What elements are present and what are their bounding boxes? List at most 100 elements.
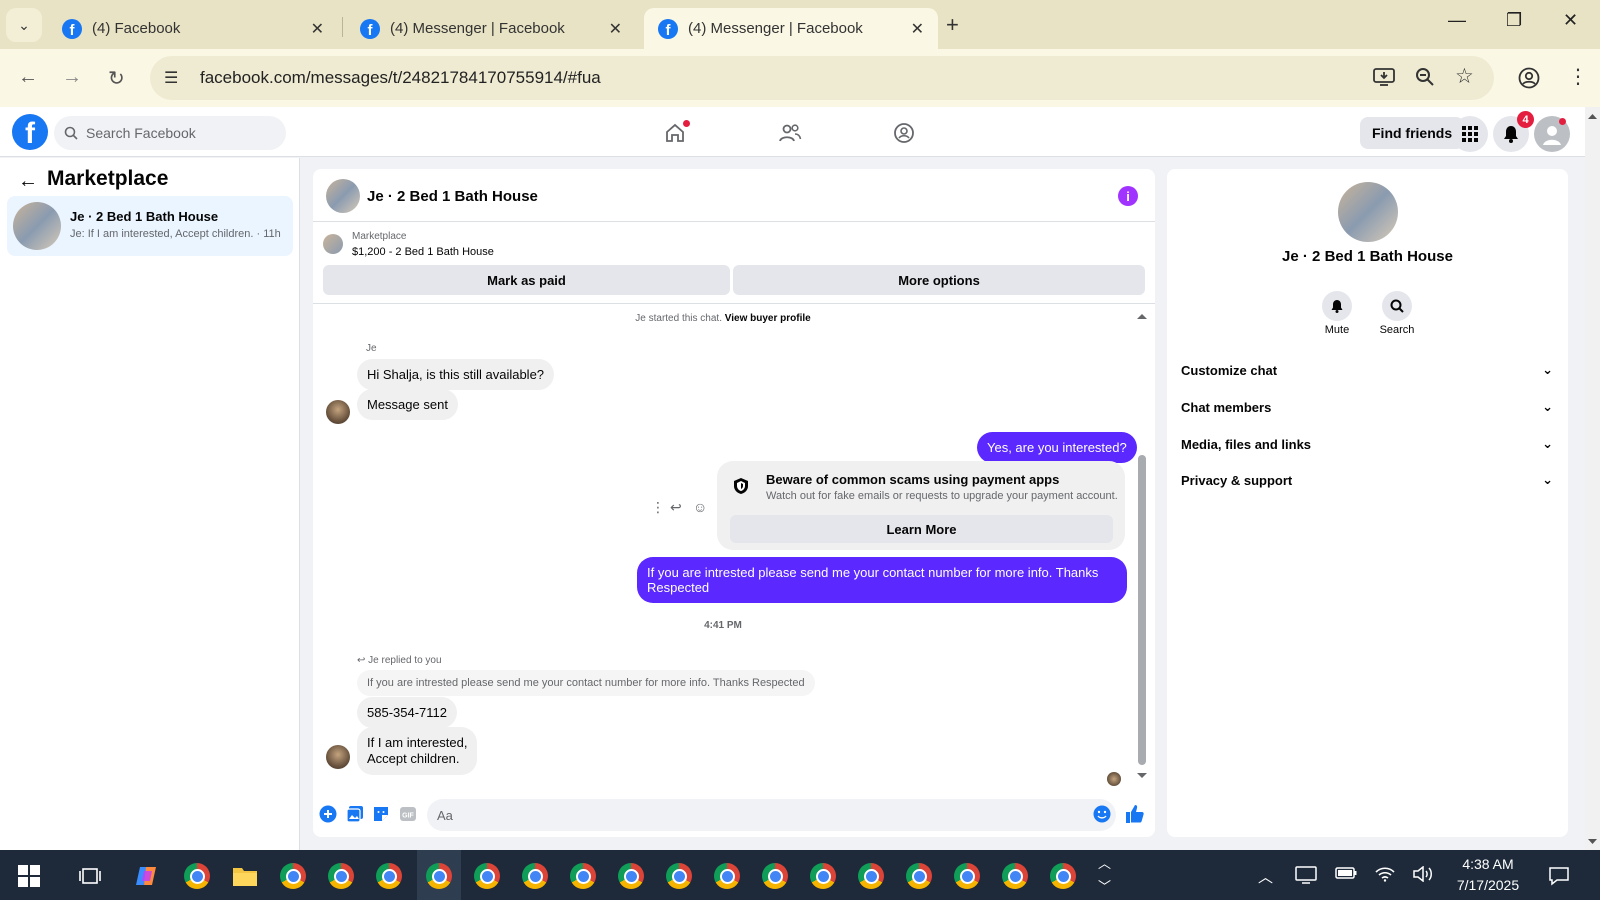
- find-friends-button[interactable]: Find friends: [1360, 117, 1465, 149]
- install-app-icon[interactable]: [1373, 67, 1395, 92]
- volume-icon[interactable]: [1413, 865, 1435, 886]
- mute-button[interactable]: [1322, 291, 1352, 321]
- customize-chat-section[interactable]: Customize chat ⌄: [1181, 352, 1553, 388]
- show-hidden-icons-icon[interactable]: ︿: [1258, 866, 1273, 887]
- new-tab-button[interactable]: +: [946, 12, 959, 38]
- mark-as-paid-button[interactable]: Mark as paid: [323, 265, 730, 295]
- photo-icon[interactable]: [345, 804, 365, 824]
- conversation-avatar: [13, 202, 61, 250]
- reload-icon[interactable]: ↻: [108, 66, 125, 91]
- friends-icon[interactable]: [777, 120, 803, 146]
- copilot-icon[interactable]: [133, 862, 161, 890]
- chat-title[interactable]: Je · 2 Bed 1 Bath House: [367, 188, 538, 205]
- facebook-logo[interactable]: f: [12, 114, 48, 150]
- chat-members-section[interactable]: Chat members ⌄: [1181, 389, 1553, 425]
- chrome-taskbar-icon[interactable]: [953, 862, 981, 890]
- browser-tab-2[interactable]: f (4) Messenger | Facebook ✕: [346, 8, 636, 49]
- tab-close-icon[interactable]: ✕: [311, 19, 324, 39]
- tab-search-dropdown[interactable]: ⌄: [6, 8, 42, 42]
- chrome-taskbar-icon[interactable]: [473, 862, 501, 890]
- wifi-icon[interactable]: [1375, 866, 1395, 886]
- plus-circle-icon[interactable]: [318, 804, 338, 824]
- incoming-message[interactable]: 585-354-7112: [357, 697, 457, 728]
- search-in-chat-button[interactable]: [1382, 291, 1412, 321]
- site-settings-icon[interactable]: ☰: [164, 68, 186, 88]
- chrome-taskbar-icon[interactable]: [1001, 862, 1029, 890]
- emoji-icon[interactable]: [1092, 804, 1112, 824]
- chrome-taskbar-icon-active[interactable]: [425, 862, 453, 890]
- chrome-icon: [1002, 863, 1028, 889]
- incoming-message[interactable]: Message sent: [357, 389, 458, 420]
- task-view-icon[interactable]: [76, 862, 104, 890]
- listing-title[interactable]: $1,200 - 2 Bed 1 Bath House: [352, 246, 494, 258]
- outgoing-message[interactable]: Yes, are you interested?: [977, 432, 1137, 463]
- chrome-taskbar-icon[interactable]: [569, 862, 597, 890]
- react-emoji-icon[interactable]: ☺: [693, 499, 707, 515]
- view-buyer-profile-link[interactable]: View buyer profile: [725, 313, 811, 324]
- taskbar-scroll-up-icon[interactable]: ︿: [1098, 853, 1111, 872]
- thumbs-up-icon[interactable]: [1125, 804, 1145, 824]
- browser-tab-1[interactable]: f (4) Facebook ✕: [48, 8, 338, 49]
- chat-scrollbar-thumb[interactable]: [1138, 455, 1146, 765]
- chat-header-avatar[interactable]: [326, 179, 360, 213]
- privacy-support-section[interactable]: Privacy & support ⌄: [1181, 462, 1553, 498]
- incoming-message[interactable]: If I am interested, Accept children.: [357, 727, 478, 775]
- clock-time[interactable]: 4:38 AM: [1448, 856, 1528, 872]
- clock-date[interactable]: 7/17/2025: [1448, 877, 1528, 893]
- sender-avatar[interactable]: [326, 745, 350, 769]
- restore-window-button[interactable]: ❐: [1506, 10, 1522, 31]
- chrome-taskbar-icon[interactable]: [761, 862, 789, 890]
- chrome-taskbar-icon[interactable]: [809, 862, 837, 890]
- more-actions-icon[interactable]: ⋮: [651, 499, 665, 516]
- incoming-message[interactable]: Hi Shalja, is this still available?: [357, 359, 555, 390]
- forward-arrow-icon[interactable]: →: [62, 66, 82, 89]
- sender-avatar[interactable]: [326, 400, 350, 424]
- outgoing-message[interactable]: If you are intrested please send me your…: [637, 557, 1127, 603]
- facebook-search-input[interactable]: Search Facebook: [54, 116, 286, 150]
- file-explorer-icon[interactable]: [231, 862, 259, 890]
- chevron-down-icon: ⌄: [1542, 399, 1553, 414]
- chrome-taskbar-icon[interactable]: [327, 862, 355, 890]
- battery-icon[interactable]: [1335, 866, 1357, 884]
- chrome-taskbar-icon[interactable]: [279, 862, 307, 890]
- chrome-taskbar-icon[interactable]: [905, 862, 933, 890]
- chrome-taskbar-icon[interactable]: [375, 862, 403, 890]
- chrome-taskbar-icon[interactable]: [521, 862, 549, 890]
- profile-icon[interactable]: [1518, 67, 1540, 94]
- notification-center-icon[interactable]: [1549, 866, 1569, 890]
- gif-icon[interactable]: GIF: [398, 804, 418, 824]
- display-icon[interactable]: [1295, 866, 1317, 888]
- chrome-taskbar-icon[interactable]: [665, 862, 693, 890]
- bookmark-star-icon[interactable]: ☆: [1455, 64, 1474, 89]
- learn-more-button[interactable]: Learn More: [730, 515, 1113, 543]
- more-options-button[interactable]: More options: [733, 265, 1145, 295]
- quoted-message[interactable]: If you are intrested please send me your…: [357, 670, 815, 696]
- zoom-icon[interactable]: [1415, 67, 1435, 92]
- close-window-button[interactable]: ✕: [1563, 10, 1578, 31]
- menu-grid-icon[interactable]: [1452, 116, 1488, 152]
- back-arrow-icon[interactable]: ←: [18, 66, 38, 89]
- chrome-taskbar-icon[interactable]: [1049, 862, 1077, 890]
- back-arrow-icon[interactable]: ←: [18, 170, 38, 193]
- message-input[interactable]: Aa: [427, 799, 1116, 831]
- media-files-links-section[interactable]: Media, files and links ⌄: [1181, 426, 1553, 462]
- tab-close-icon[interactable]: ✕: [911, 19, 924, 39]
- contact-avatar[interactable]: [1338, 182, 1398, 242]
- chrome-taskbar-icon[interactable]: [183, 862, 211, 890]
- taskbar-scroll-down-icon[interactable]: ﹀: [1098, 876, 1111, 895]
- sticker-icon[interactable]: [371, 804, 391, 824]
- address-bar[interactable]: ☰ facebook.com/messages/t/24821784170755…: [150, 56, 1494, 100]
- chrome-taskbar-icon[interactable]: [617, 862, 645, 890]
- windows-start-icon[interactable]: [15, 862, 43, 890]
- page-scrollbar[interactable]: [1585, 107, 1600, 850]
- chrome-taskbar-icon[interactable]: [713, 862, 741, 890]
- conversation-details-panel: [1167, 169, 1568, 837]
- chrome-taskbar-icon[interactable]: [857, 862, 885, 890]
- info-icon[interactable]: i: [1118, 186, 1138, 206]
- browser-menu-icon[interactable]: ⋮: [1568, 64, 1588, 89]
- minimize-window-button[interactable]: —: [1448, 10, 1466, 31]
- groups-icon[interactable]: [891, 120, 917, 146]
- tab-close-icon[interactable]: ✕: [609, 19, 622, 39]
- reply-icon[interactable]: ↩: [670, 499, 682, 516]
- browser-tab-3-active[interactable]: f (4) Messenger | Facebook ✕: [644, 8, 938, 49]
